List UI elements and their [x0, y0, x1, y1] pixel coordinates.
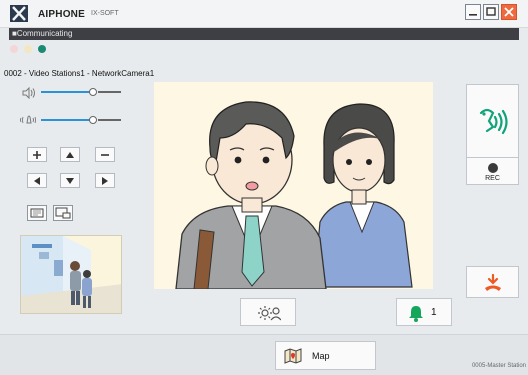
pan-down-button[interactable]: [60, 173, 80, 188]
pan-right-button[interactable]: [95, 173, 115, 188]
arrow-left-icon: [34, 176, 40, 185]
map-label: Map: [312, 351, 330, 361]
hangup-icon: [485, 273, 501, 291]
speaker-volume-fill: [41, 91, 92, 93]
call-sound-button[interactable]: 1: [396, 298, 452, 326]
screen-layout-button-1[interactable]: [27, 205, 47, 221]
pan-up-button[interactable]: [60, 147, 80, 162]
call-count: 1: [431, 307, 437, 318]
brightness-button[interactable]: [240, 298, 296, 326]
mic-volume-icon: [20, 113, 36, 125]
indicator-dot-yellow: [24, 45, 32, 53]
bell-icon: [409, 306, 423, 322]
hangup-button[interactable]: [466, 266, 519, 298]
mic-volume-fill: [41, 119, 92, 121]
arrow-up-icon: [66, 151, 74, 158]
minus-icon: [101, 153, 109, 156]
record-button[interactable]: REC: [466, 157, 519, 185]
record-label: REC: [485, 175, 500, 182]
plus-icon: [33, 150, 41, 159]
layout-pip-icon: [55, 207, 71, 219]
minimize-button[interactable]: [465, 4, 481, 20]
layout-single-icon: [30, 208, 44, 218]
sub-camera-thumbnail[interactable]: [20, 235, 122, 314]
close-icon: [504, 7, 514, 17]
indicator-dot-green: [38, 45, 46, 53]
talk-button[interactable]: [466, 84, 519, 160]
brightness-icon: [258, 306, 281, 321]
call-status-bar: ■Communicating: [9, 28, 519, 40]
map-button[interactable]: Map: [275, 341, 376, 370]
mic-volume-track: [98, 119, 121, 121]
map-icon: [284, 348, 302, 364]
main-video-view[interactable]: [154, 82, 433, 289]
speaker-volume-icon: [22, 86, 38, 100]
arrow-down-icon: [66, 177, 74, 184]
mic-volume-slider[interactable]: [89, 116, 97, 124]
minimize-icon: [469, 14, 477, 16]
screen-layout-button-2[interactable]: [53, 205, 73, 221]
record-icon: [488, 163, 498, 173]
station-name: 0002 - Video Stations1 - NetworkCamera1: [4, 69, 155, 78]
talk-icon: [479, 108, 508, 135]
aiphone-logo-icon: [10, 5, 28, 22]
speaker-volume-slider[interactable]: [89, 88, 97, 96]
pan-left-button[interactable]: [27, 173, 47, 188]
station-footer: 0005-Master Station: [471, 363, 526, 369]
zoom-in-button[interactable]: [27, 147, 47, 162]
brand-subtitle: IX-SOFT: [91, 10, 119, 17]
close-button[interactable]: [501, 4, 517, 20]
brand-name: AIPHONE: [38, 9, 85, 20]
bottom-bar: [0, 334, 528, 375]
zoom-out-button[interactable]: [95, 147, 115, 162]
maximize-icon: [486, 7, 496, 16]
arrow-right-icon: [102, 176, 108, 185]
indicator-dot-red: [10, 45, 18, 53]
maximize-button[interactable]: [483, 4, 499, 20]
speaker-volume-track: [98, 91, 121, 93]
